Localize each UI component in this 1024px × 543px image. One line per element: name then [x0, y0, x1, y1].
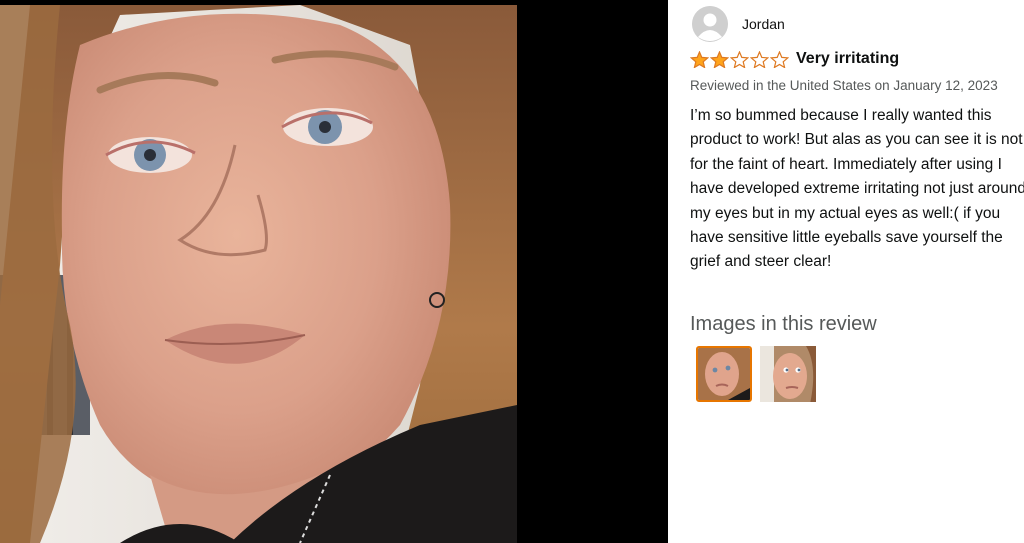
- reviewer-name[interactable]: Jordan: [742, 16, 785, 32]
- review-title[interactable]: Very irritating: [796, 50, 899, 68]
- star-filled-icon: [710, 50, 729, 68]
- user-avatar-icon[interactable]: [692, 6, 728, 42]
- review-thumbnails: [696, 346, 824, 402]
- images-heading: Images in this review: [690, 313, 877, 335]
- review-image-thumbnail-2[interactable]: [760, 346, 816, 402]
- image-viewer: [0, 0, 668, 543]
- rating-row: Very irritating: [690, 50, 899, 68]
- star-rating: [690, 50, 790, 68]
- star-filled-icon: [690, 50, 709, 68]
- star-empty-icon: [750, 50, 769, 68]
- review-date: Reviewed in the United States on January…: [690, 78, 998, 93]
- star-empty-icon: [770, 50, 789, 68]
- review-panel: Jordan Very irritating Reviewed in the U…: [668, 0, 1024, 543]
- main-review-photo: [0, 5, 517, 543]
- star-empty-icon: [730, 50, 749, 68]
- review-image-thumbnail-1[interactable]: [696, 346, 752, 402]
- reviewer-profile[interactable]: Jordan: [692, 6, 785, 42]
- review-body: I’m so bummed because I really wanted th…: [690, 107, 1024, 271]
